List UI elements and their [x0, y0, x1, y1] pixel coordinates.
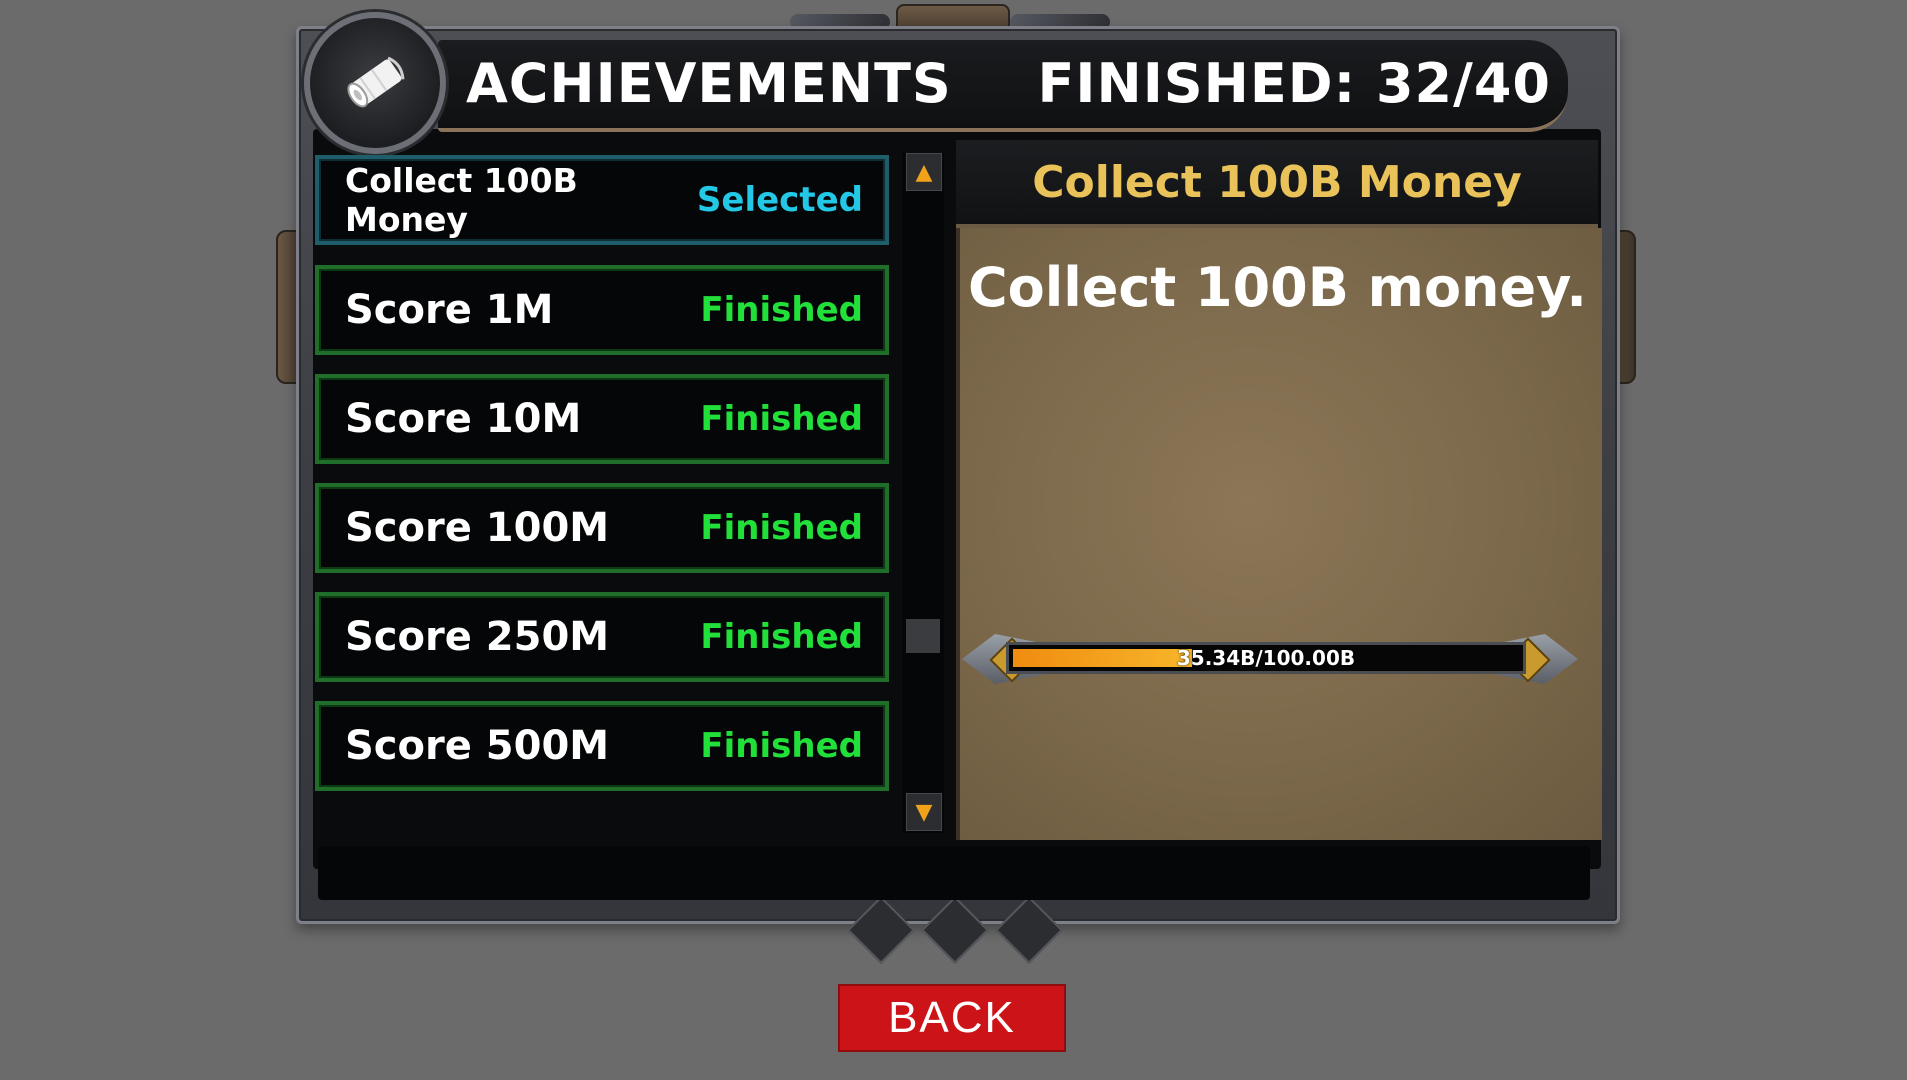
bottom-gem [847, 896, 915, 964]
arrow-up-icon: ▲ [915, 159, 933, 185]
finished-counter: FINISHED: 32/40 [1037, 52, 1551, 115]
scroll-icon [347, 56, 405, 108]
scroll-up-button[interactable]: ▲ [906, 153, 942, 191]
bottom-gem [995, 896, 1063, 964]
detail-description: Collect 100B money. [968, 256, 1587, 319]
back-button[interactable]: BACK [838, 984, 1066, 1052]
achievement-item-score-10m[interactable]: Score 10M Finished [315, 374, 889, 464]
bottom-ornament [760, 896, 1150, 964]
progress-text: 35.34B/100.00B [1176, 646, 1356, 670]
header-medallion [304, 12, 446, 154]
achievement-label: Score 1M [345, 287, 554, 333]
detail-title: Collect 100B Money [1032, 156, 1522, 208]
achievement-label: Collect 100B Money [345, 161, 578, 239]
achievement-status: Finished [700, 290, 863, 330]
achievement-item-score-100m[interactable]: Score 100M Finished [315, 483, 889, 573]
scroll-down-button[interactable]: ▼ [906, 793, 942, 831]
achievements-screen: ACHIEVEMENTS FINISHED: 32/40 Collect 100… [0, 0, 1907, 1080]
achievement-status: Finished [700, 726, 863, 766]
achievement-item-collect-100b-money[interactable]: Collect 100B Money Selected [315, 155, 889, 245]
page-title: ACHIEVEMENTS [466, 52, 952, 115]
achievement-list: Collect 100B Money Selected Score 1M Fin… [315, 155, 895, 805]
achievement-status: Finished [700, 617, 863, 657]
detail-panel [956, 228, 1602, 840]
achievement-label: Score 500M [345, 723, 610, 769]
arrow-down-icon: ▼ [915, 799, 933, 825]
scroll-thumb[interactable] [906, 619, 940, 653]
achievement-status: Selected [696, 180, 863, 220]
achievement-label: Score 10M [345, 396, 582, 442]
progress-bar: 35.34B/100.00B [1006, 642, 1526, 674]
achievement-item-score-500m[interactable]: Score 500M Finished [315, 701, 889, 791]
bottom-gem [921, 896, 989, 964]
achievement-item-score-250m[interactable]: Score 250M Finished [315, 592, 889, 682]
detail-header: Collect 100B Money [956, 140, 1598, 228]
achievement-status: Finished [700, 508, 863, 548]
achievement-label: Score 250M [345, 614, 610, 660]
panel-footer [318, 846, 1590, 900]
achievement-label: Score 100M [345, 505, 610, 551]
list-scrollbar[interactable]: ▲ ▼ [902, 153, 944, 833]
achievement-item-score-1m[interactable]: Score 1M Finished [315, 265, 889, 355]
progress-meter: 35.34B/100.00B [962, 626, 1578, 692]
achievement-status: Finished [700, 399, 863, 439]
